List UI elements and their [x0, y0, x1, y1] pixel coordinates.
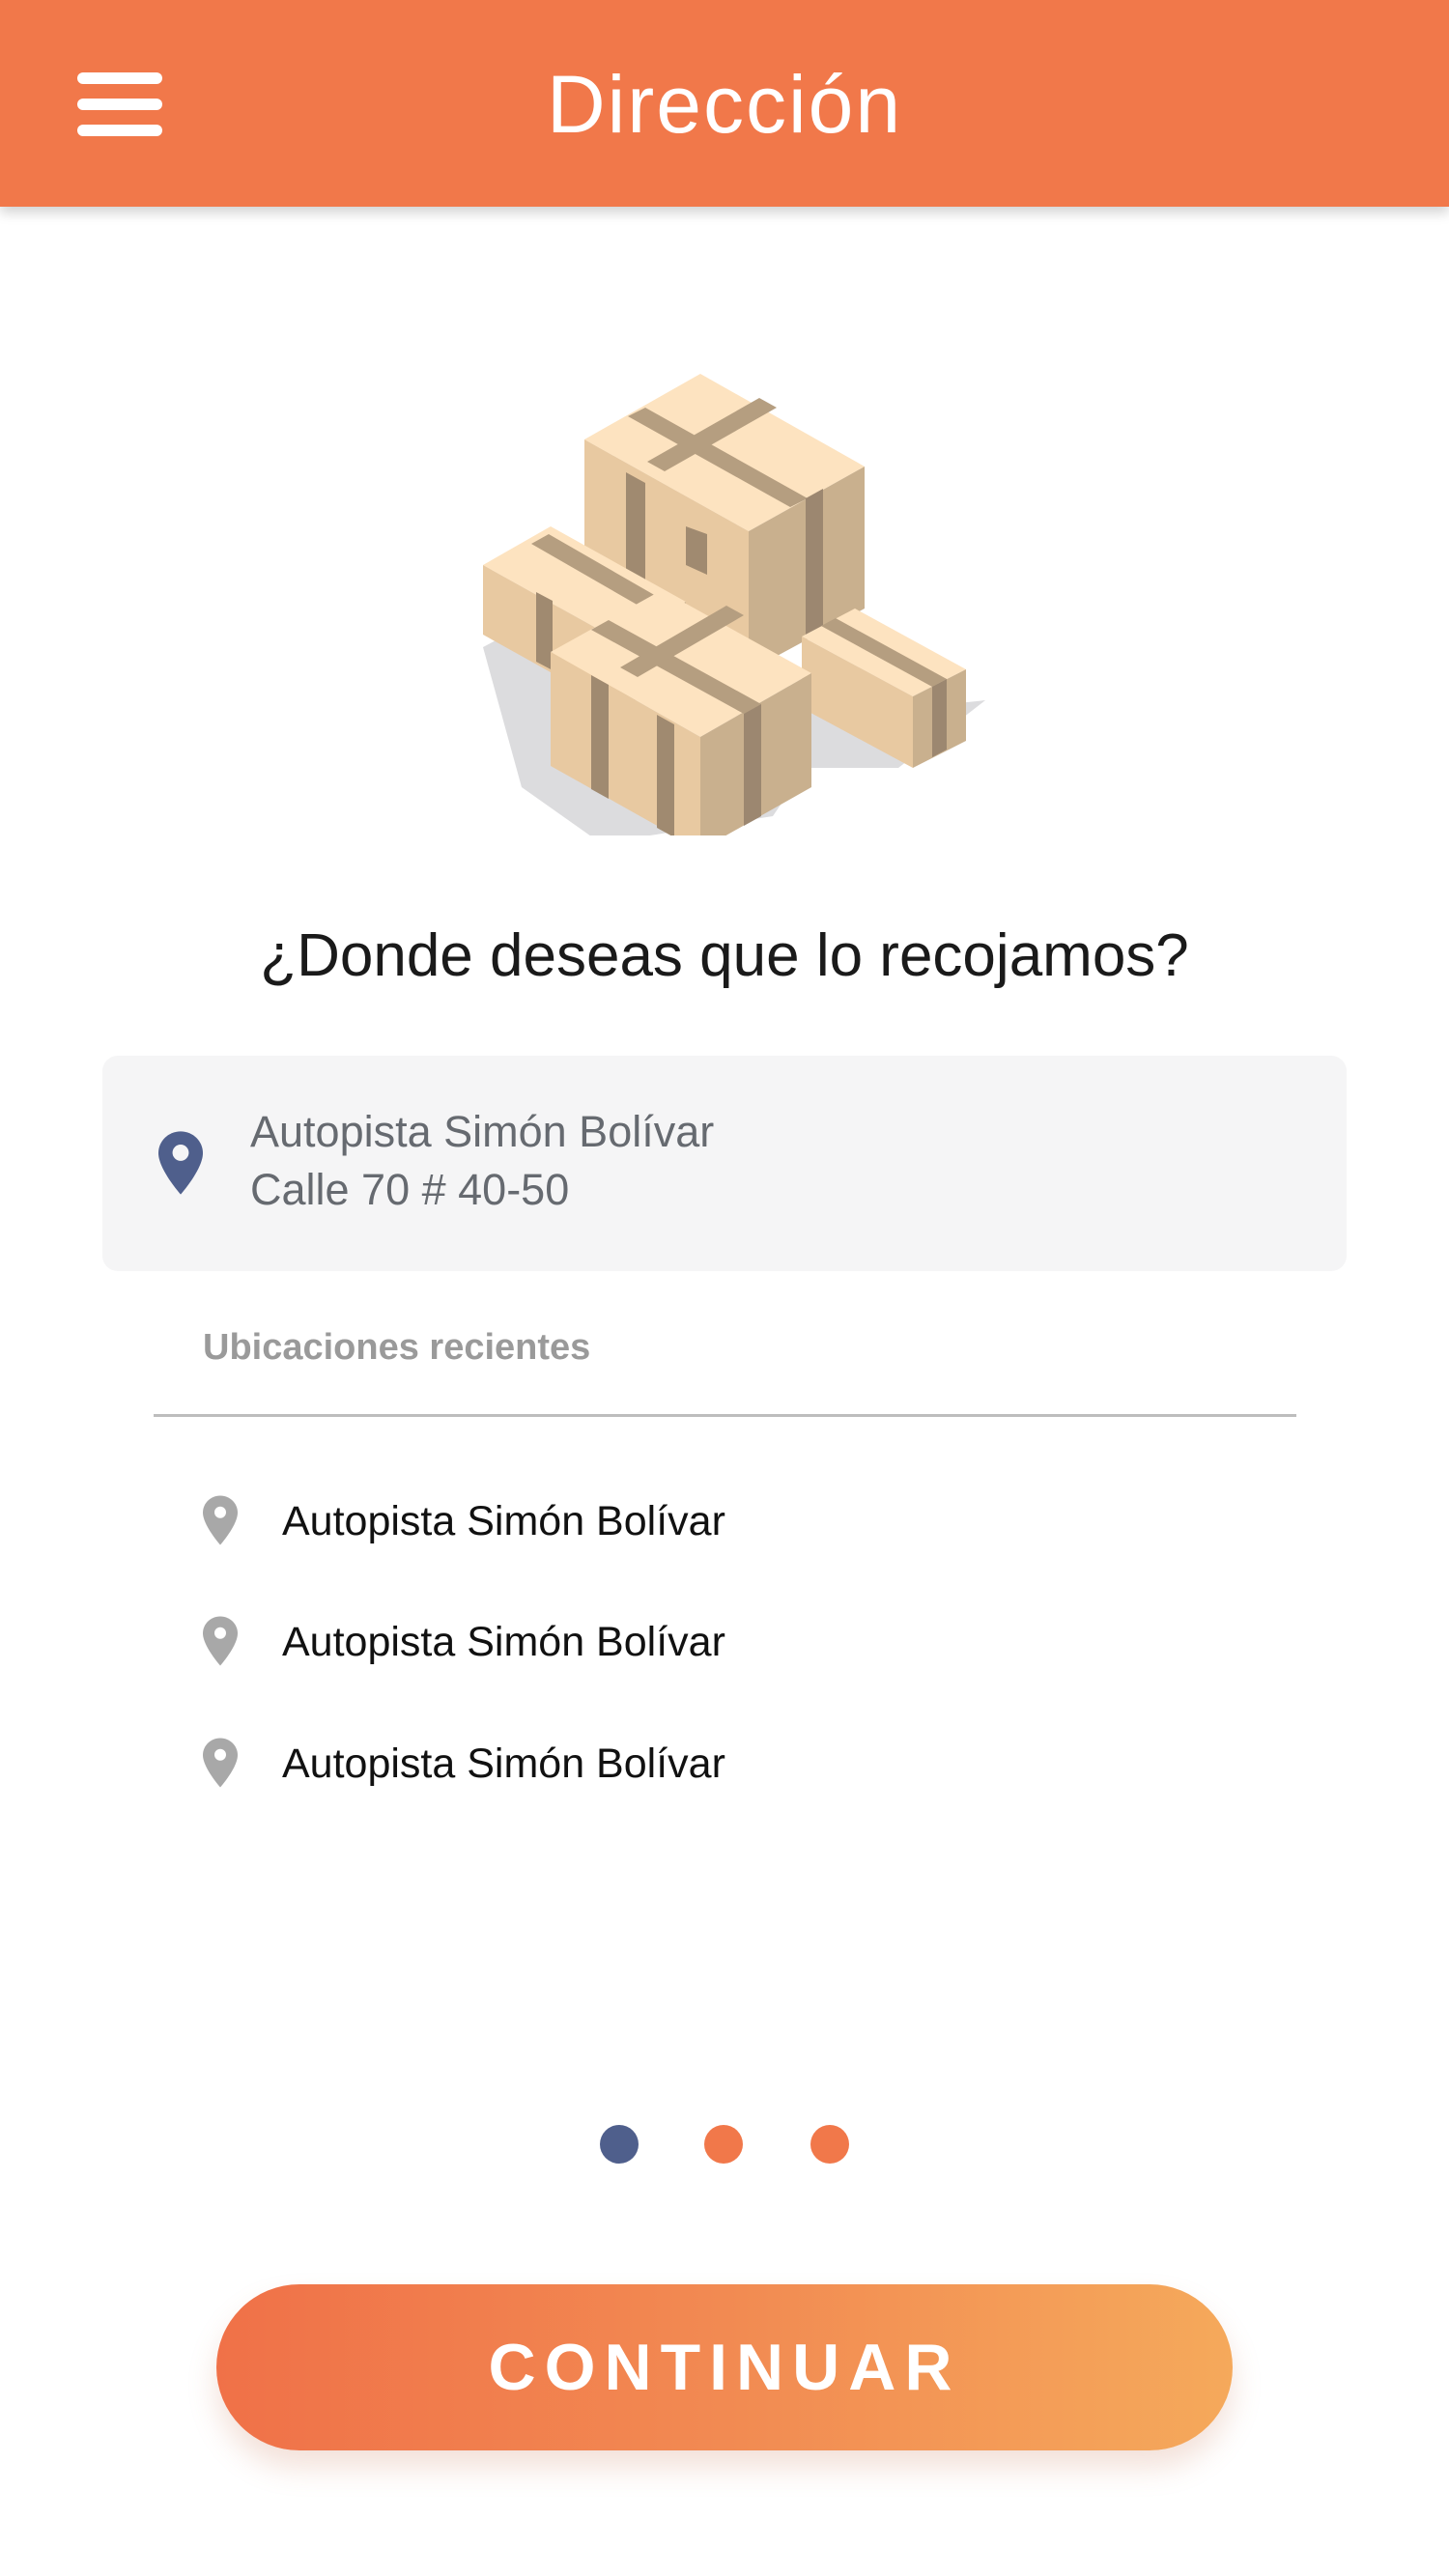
recent-location-label: Autopista Simón Bolívar: [282, 1741, 725, 1787]
location-pin-icon: [203, 1495, 238, 1545]
recent-location-item[interactable]: Autopista Simón Bolívar: [189, 1725, 1155, 1802]
location-pin-icon: [158, 1131, 203, 1195]
recent-location-label: Autopista Simón Bolívar: [282, 1619, 725, 1665]
page-title: Dirección: [546, 59, 903, 150]
recent-location-item[interactable]: Autopista Simón Bolívar: [189, 1483, 1155, 1560]
pagination-dot-3[interactable]: [810, 2125, 849, 2164]
continue-button[interactable]: CONTINUAR: [216, 2284, 1233, 2450]
selected-address-field[interactable]: Autopista Simón Bolívar Calle 70 # 40-50: [102, 1056, 1347, 1271]
location-pin-icon: [203, 1738, 238, 1788]
app-header: Dirección: [0, 0, 1449, 207]
address-line-2: Calle 70 # 40-50: [250, 1165, 570, 1214]
recent-location-item[interactable]: Autopista Simón Bolívar: [189, 1603, 1155, 1681]
pagination-dots: [0, 2125, 1449, 2164]
pagination-dot-2[interactable]: [704, 2125, 743, 2164]
address-line-1: Autopista Simón Bolívar: [250, 1107, 715, 1156]
recent-location-label: Autopista Simón Bolívar: [282, 1498, 725, 1544]
pickup-question: ¿Donde deseas que lo recojamos?: [260, 922, 1189, 989]
stacked-boxes-illustration: [483, 374, 985, 835]
location-pin-icon: [203, 1616, 238, 1666]
divider: [154, 1414, 1296, 1417]
pagination-dot-1[interactable]: [600, 2125, 639, 2164]
recent-locations-header: Ubicaciones recientes: [203, 1327, 591, 1368]
